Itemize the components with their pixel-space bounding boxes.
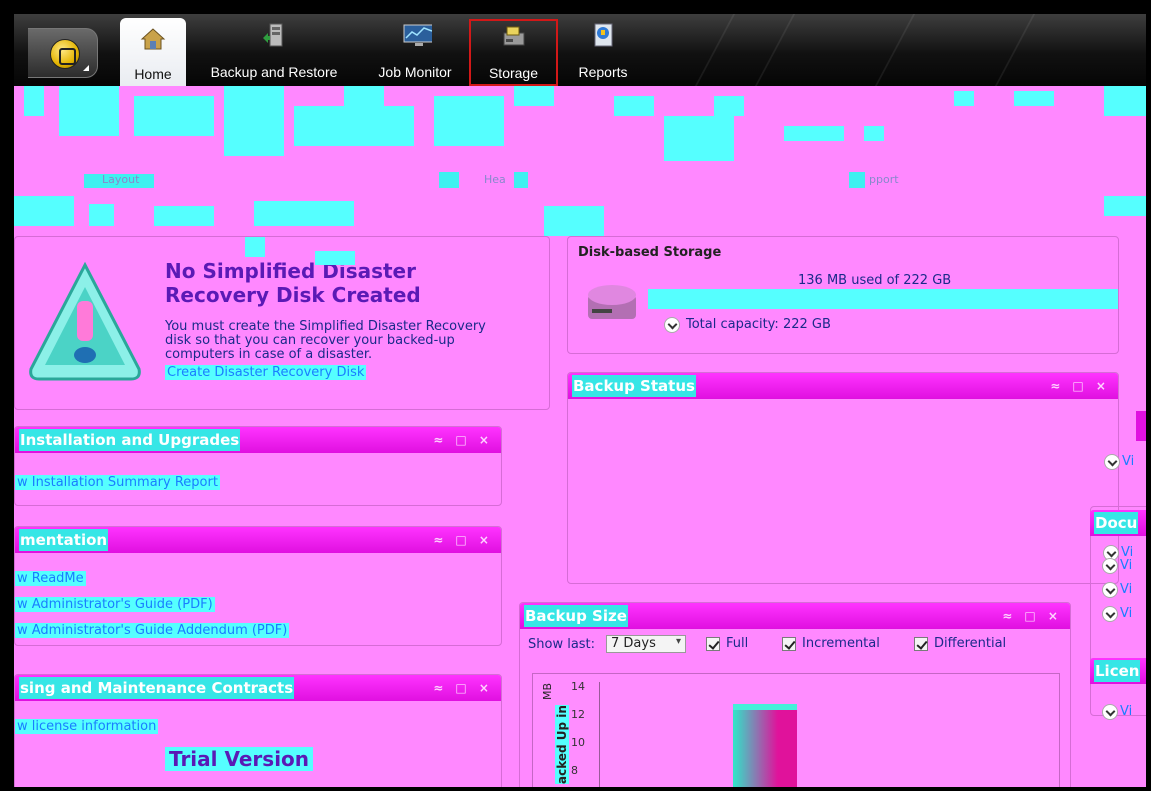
storage-usage: 136 MB used of 222 GB (798, 273, 952, 288)
storage-capacity: Total capacity: 222 GB (686, 317, 831, 332)
filter-incremental-checkbox[interactable] (782, 637, 796, 651)
backup-size-chart: MB acked Up in 14 12 10 8 (532, 673, 1060, 787)
installation-title: Installation and Upgrades ≈ □ × (15, 427, 501, 453)
home-icon (140, 28, 166, 50)
documentation-panel: mentation ≈ □ × w ReadMe w Administrator… (14, 526, 502, 646)
chevron-down-icon[interactable] (1102, 558, 1118, 574)
panel-controls[interactable]: ≈ □ × (1002, 603, 1062, 629)
filter-differential-checkbox[interactable] (914, 637, 928, 651)
sdr-heading-2: Recovery Disk Created (165, 283, 421, 307)
y-tick: 10 (571, 736, 585, 749)
chart-bar (733, 704, 797, 787)
sdr-heading-1: No Simplified Disaster (165, 259, 416, 283)
app-menu-button[interactable] (28, 28, 98, 78)
view-link[interactable]: Vi (1120, 558, 1132, 573)
installation-summary-link[interactable]: w Installation Summary Report (15, 475, 220, 490)
create-sdr-link[interactable]: Create Disaster Recovery Disk (165, 365, 367, 380)
filter-differential-label: Differential (934, 636, 1007, 651)
right-license-title: Licen (1090, 658, 1146, 684)
strip-label: pport (869, 173, 899, 186)
show-last-label: Show last: (528, 637, 596, 652)
tab-job-monitor[interactable]: Job Monitor (366, 14, 464, 86)
tab-label: Storage (488, 65, 539, 81)
storage-icon (503, 26, 524, 46)
y-axis-label: acked Up in (555, 705, 569, 784)
tab-label: Reports (578, 64, 628, 80)
dashboard: Layout Hea pport No Simplified Disaster … (14, 86, 1146, 787)
tab-home[interactable]: Home (120, 18, 186, 86)
view-link[interactable]: Vi (1120, 606, 1132, 621)
y-tick: 12 (571, 708, 585, 721)
backup-status-panel: Backup Status ≈ □ × (567, 372, 1119, 584)
app-logo-icon (50, 39, 80, 69)
strip-label: Hea (484, 173, 506, 186)
backup-restore-icon (263, 23, 283, 47)
disk-icon (588, 285, 636, 319)
admin-guide-link[interactable]: w Administrator's Guide (PDF) (15, 597, 215, 612)
filter-full-label: Full (726, 636, 749, 651)
storage-title: Disk-based Storage (578, 245, 722, 260)
tab-reports[interactable]: Reports (568, 14, 638, 86)
tab-backup-restore[interactable]: Backup and Restore (200, 14, 348, 86)
chevron-down-icon[interactable] (1102, 704, 1118, 720)
panel-controls[interactable]: ≈ □ × (433, 527, 493, 553)
caret-icon (83, 65, 89, 71)
y-tick: 14 (571, 680, 585, 693)
backup-size-title: Backup Size ≈ □ × (520, 603, 1070, 629)
chevron-down-icon[interactable] (1102, 582, 1118, 598)
chevron-down-icon[interactable] (664, 317, 680, 333)
reports-icon (594, 23, 613, 47)
panel-controls[interactable]: ≈ □ × (1050, 373, 1110, 399)
tab-label: Home (134, 66, 172, 82)
installation-panel: Installation and Upgrades ≈ □ × w Instal… (14, 426, 502, 506)
panel-controls[interactable]: ≈ □ × (433, 427, 493, 453)
y-axis-unit: MB (541, 682, 554, 700)
y-tick: 8 (571, 764, 578, 777)
panel-controls[interactable]: ≈ □ × (433, 675, 493, 701)
window-frame: Home Backup and Restore Job Monitor Stor… (0, 0, 1151, 791)
view-link[interactable]: Vi (1120, 704, 1132, 719)
view-link[interactable]: Vi (1120, 582, 1132, 597)
sdr-body-1: You must create the Simplified Disaster … (165, 319, 486, 334)
job-monitor-icon (403, 24, 432, 46)
tab-label: Backup and Restore (210, 64, 338, 80)
storage-panel: Disk-based Storage 136 MB used of 222 GB… (567, 236, 1119, 354)
admin-guide-addendum-link[interactable]: w Administrator's Guide Addendum (PDF) (15, 623, 290, 638)
right-doc-title: Docu (1090, 510, 1146, 536)
ribbon-nav: Home Backup and Restore Job Monitor Stor… (14, 14, 1146, 86)
documentation-title: mentation ≈ □ × (15, 527, 501, 553)
chevron-down-icon[interactable] (1102, 606, 1118, 622)
sdr-body-3: computers in case of a disaster. (165, 347, 373, 362)
strip-label: Layout (102, 173, 140, 186)
chevron-down-icon[interactable] (1104, 454, 1120, 470)
range-select[interactable]: 7 Days ▾ (606, 635, 686, 653)
license-info-link[interactable]: w license information (15, 719, 159, 734)
licensing-panel: sing and Maintenance Contracts ≈ □ × w l… (14, 674, 502, 787)
filter-incremental-label: Incremental (802, 636, 880, 651)
sdr-body-2: disk so that you can recover your backed… (165, 333, 455, 348)
warning-icon (29, 261, 141, 381)
filter-full-checkbox[interactable] (706, 637, 720, 651)
sdr-panel: No Simplified Disaster Recovery Disk Cre… (14, 236, 550, 410)
tab-storage[interactable]: Storage (469, 19, 558, 86)
view-link[interactable]: Vi (1122, 454, 1134, 469)
readme-link[interactable]: w ReadMe (15, 571, 86, 586)
tab-label: Job Monitor (378, 64, 452, 80)
backup-size-panel: Backup Size ≈ □ × Show last: 7 Days ▾ Fu… (519, 602, 1071, 787)
backup-status-title: Backup Status ≈ □ × (568, 373, 1118, 399)
right-column: Vi (1090, 506, 1146, 716)
trial-version-label: Trial Version (165, 747, 314, 771)
licensing-title: sing and Maintenance Contracts ≈ □ × (15, 675, 501, 701)
